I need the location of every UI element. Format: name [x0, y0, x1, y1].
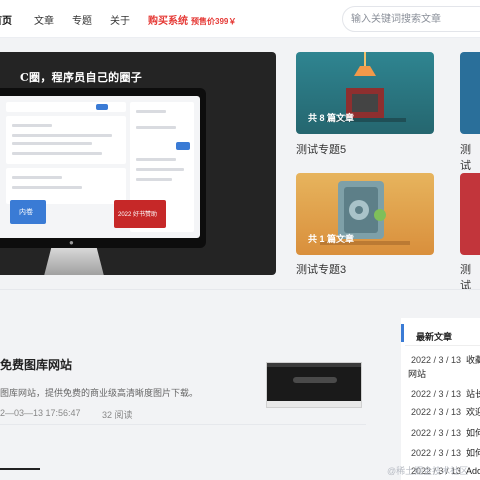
item-title: 收藏: [466, 355, 480, 365]
sidebar-title: 最新文章: [416, 332, 453, 342]
topic-title[interactable]: 测试专题5: [296, 141, 346, 157]
topic-title[interactable]: 测试: [460, 141, 480, 173]
nav-topics[interactable]: 专题: [72, 12, 92, 27]
top-nav-bar: 首页 文章 专题 关于 购买系统预售价399￥: [0, 0, 480, 38]
article-reads: 32 阅读: [102, 410, 133, 420]
item-title: 如何: [466, 428, 480, 438]
sidebar-item[interactable]: 2022 / 3 / 13 欢迎: [411, 405, 480, 418]
article-description: 图库网站，提供免费的商业级高清晰度图片下载。: [0, 388, 199, 398]
sidebar-divider: [405, 345, 480, 346]
topic-card-3[interactable]: 共 1 篇文章: [296, 173, 434, 255]
article-title[interactable]: 免费图库网站: [0, 356, 72, 373]
sidebar-item[interactable]: 2022 / 3 / 13 如何: [411, 446, 480, 459]
apple-logo-icon: ●: [69, 238, 74, 247]
sidebar-accent: [401, 324, 404, 342]
next-article-stub: [0, 468, 40, 470]
article-date: 2—03—13 17:56:47: [0, 408, 81, 418]
search-input[interactable]: [342, 6, 480, 32]
item-title: 站长: [466, 389, 480, 399]
item-title: 如何: [466, 448, 480, 458]
nav-articles[interactable]: 文章: [34, 12, 54, 27]
section-divider: [0, 289, 480, 290]
topic-title[interactable]: 测试专题3: [296, 261, 346, 277]
monitor-image: 内卷 2022 好书赞助: [0, 88, 206, 248]
topic-card-partial[interactable]: [460, 52, 480, 134]
nav-buy-system[interactable]: 购买系统 预售价399￥: [148, 12, 236, 27]
article-divider: [0, 424, 366, 425]
sidebar-item-wrap[interactable]: 网站: [408, 367, 426, 380]
item-date: 2022 / 3 / 13: [411, 389, 462, 399]
topic-card-5[interactable]: 共 8 篇文章: [296, 52, 434, 134]
nav-about[interactable]: 关于: [110, 12, 130, 27]
hero-banner[interactable]: C圈，程序员自己的圈子 内卷 2022 好书赞助 ●: [0, 52, 276, 275]
buy-price: 预售价399￥: [191, 17, 237, 26]
topic-card-partial[interactable]: [460, 173, 480, 255]
screen-button: 内卷: [19, 209, 33, 216]
item-date: 2022 / 3 / 13: [411, 428, 462, 438]
item-date: 2022 / 3 / 13: [411, 407, 462, 417]
item-date: 2022 / 3 / 13: [411, 448, 462, 458]
topic-count: 共 1 篇文章: [308, 234, 355, 244]
buy-label: 购买系统: [148, 16, 188, 27]
watermark: @稀土掘金技术社区: [387, 466, 469, 476]
nav-home[interactable]: 首页: [0, 12, 12, 27]
monitor-stand: [44, 248, 104, 275]
monitor-screen: 内卷 2022 好书赞助: [0, 96, 200, 238]
item-date: 2022 / 3 / 13: [411, 355, 462, 365]
hero-title: C圈，程序员自己的圈子: [20, 71, 143, 84]
item-title: 欢迎: [466, 407, 480, 417]
sidebar-item[interactable]: 2022 / 3 / 13 如何: [411, 426, 480, 439]
screen-banner: 2022 好书赞助: [118, 212, 158, 218]
topic-count: 共 8 篇文章: [308, 113, 355, 123]
sidebar-item[interactable]: 2022 / 3 / 13 收藏: [411, 353, 480, 366]
sidebar-item[interactable]: 2022 / 3 / 13 站长: [411, 387, 480, 400]
article-thumbnail[interactable]: [266, 362, 362, 408]
